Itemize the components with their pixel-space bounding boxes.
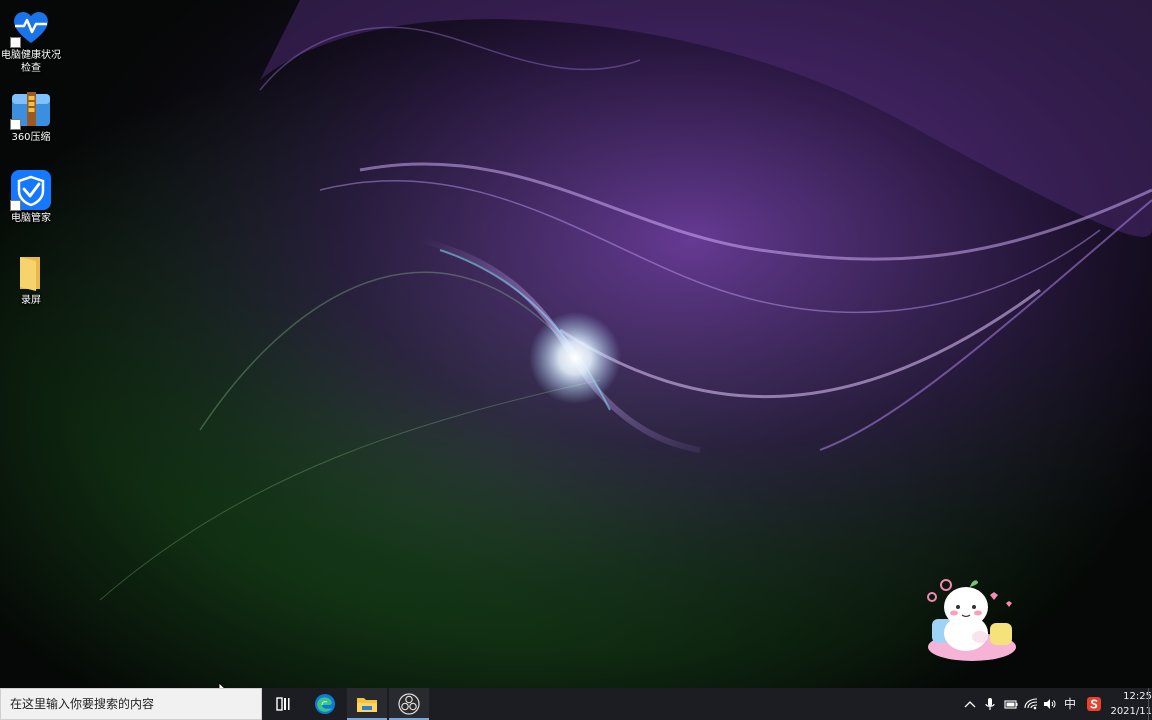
taskbar-search-box[interactable]: 在这里输入你要搜索的内容 [0,688,262,720]
clock-date: 2021/11 [1110,706,1152,717]
file-explorer-icon [357,698,377,712]
shortcut-arrow-icon [10,119,21,130]
task-view-button[interactable] [263,688,303,720]
show-desktop-button[interactable] [1148,688,1152,720]
file-explorer-taskbar-button[interactable] [347,688,387,720]
desktop-icon-label: 录屏 [21,295,41,306]
health-check-icon [10,6,52,48]
battery-icon[interactable] [1003,696,1019,712]
desktop-icon-360-archive[interactable]: 360压缩 [0,84,62,144]
desktop-sticker-image[interactable] [918,575,1022,667]
wifi-icon[interactable] [1023,696,1039,712]
task-view-icon [276,697,290,711]
archive-icon [10,88,52,130]
obs-taskbar-button[interactable] [389,688,429,720]
taskbar-clock[interactable]: 12:25 2021/11 [1108,689,1152,719]
desktop-icon-label: 电脑健康状况检查 [1,50,61,74]
sogou-input-icon[interactable] [1086,696,1102,712]
obs-icon [398,693,420,715]
pc-manager-icon [10,169,52,211]
desktop-icon-screen-record-folder[interactable]: 录屏 [0,247,62,307]
edge-taskbar-button[interactable] [305,688,345,720]
search-placeholder: 在这里输入你要搜索的内容 [10,697,155,711]
desktop[interactable]: 电脑健康状况检查 360压缩 电脑管家 录屏 在这里输入你要搜索的内容 中 12… [0,0,1152,720]
volume-icon[interactable] [1042,696,1058,712]
shortcut-arrow-icon [10,37,21,48]
desktop-icon-health-check[interactable]: 电脑健康状况检查 [0,2,62,75]
edge-icon [315,694,335,714]
desktop-icon-label: 360压缩 [11,132,51,143]
desktop-icon-label: 电脑管家 [11,213,51,224]
ime-language-indicator[interactable]: 中 [1064,696,1076,712]
folder-icon [10,251,52,293]
taskbar: 在这里输入你要搜索的内容 中 12:25 2021/11 [0,688,1152,720]
microphone-icon[interactable] [982,696,998,712]
clock-time: 12:25 [1123,691,1152,702]
shortcut-arrow-icon [10,200,21,211]
show-hidden-icons-chevron-up-icon[interactable] [962,696,978,712]
desktop-icon-pc-manager[interactable]: 电脑管家 [0,165,62,225]
